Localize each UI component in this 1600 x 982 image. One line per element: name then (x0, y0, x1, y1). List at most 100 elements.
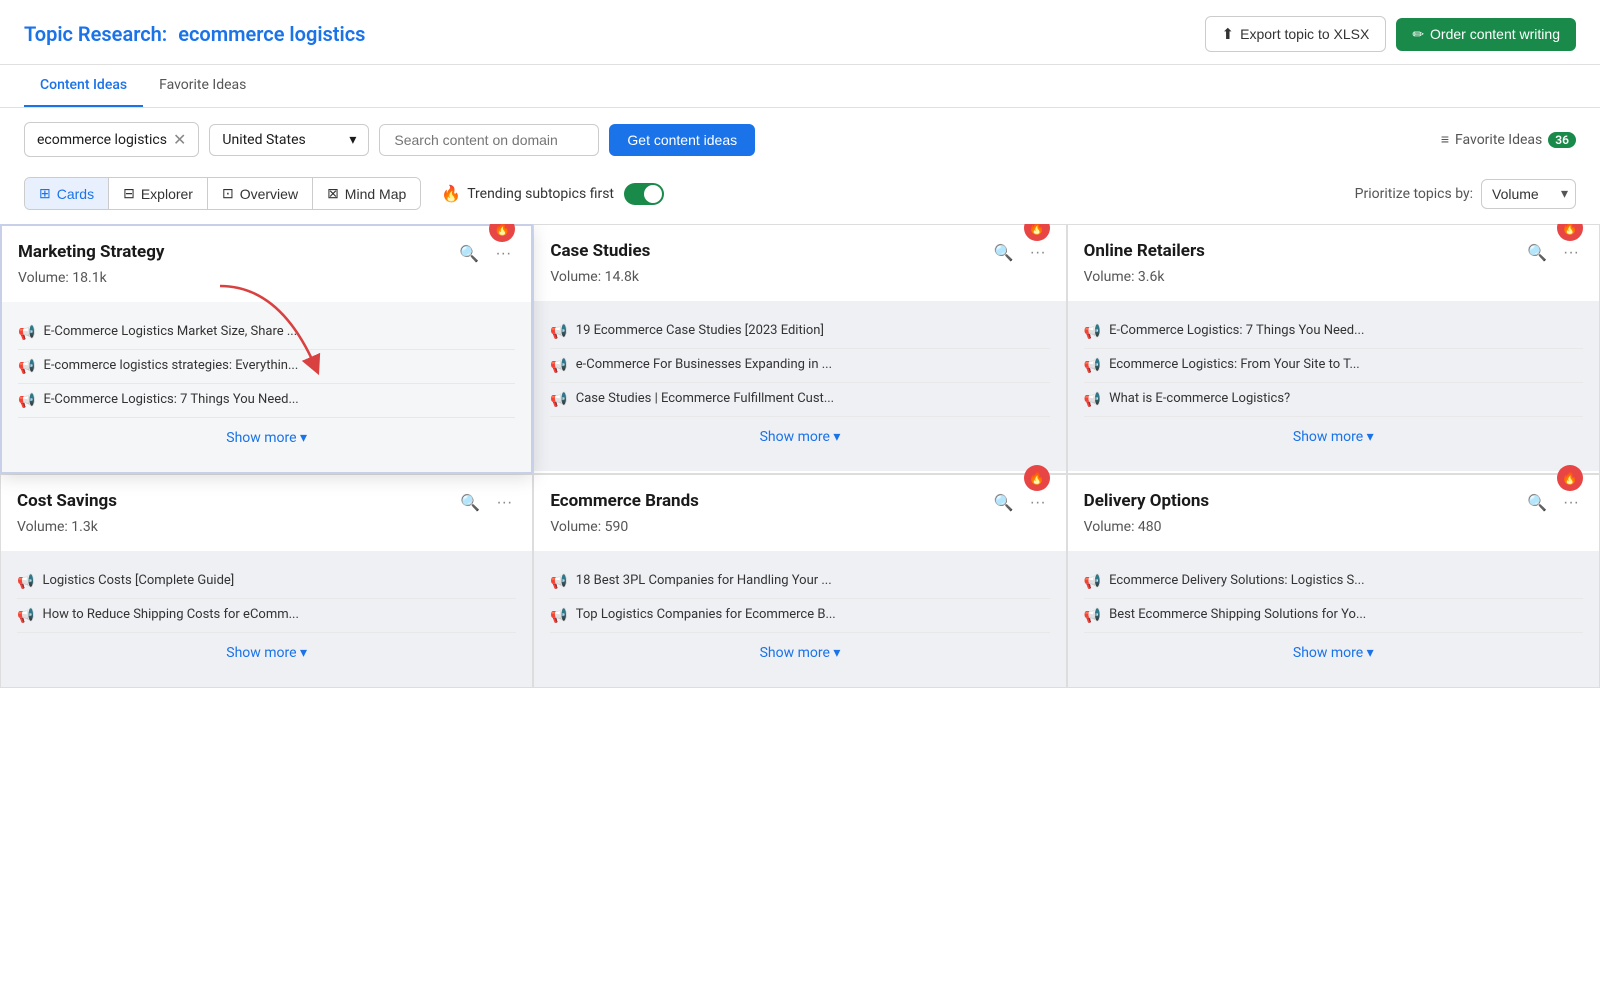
tab-favorite-ideas[interactable]: Favorite Ideas (143, 65, 262, 107)
prioritize-label: Prioritize topics by: (1355, 186, 1473, 202)
view-overview-button[interactable]: ⊡ Overview (208, 178, 313, 209)
prioritize-select[interactable]: Volume Trending Difficulty (1481, 179, 1576, 209)
list-item: 📢 E-Commerce Logistics Market Size, Shar… (18, 316, 515, 350)
card-cost-savings: Cost Savings 🔍 ··· Volume: 1.3k 📢 Logist… (0, 474, 533, 688)
view-toolbar: ⊞ Cards ⊟ Explorer ⊡ Overview ⊠ Mind Map… (0, 171, 1600, 224)
country-dropdown[interactable]: United States ▾ (209, 124, 369, 156)
show-more-marketing[interactable]: Show more ▾ (18, 418, 515, 458)
title-topic: ecommerce logistics (178, 22, 365, 46)
chevron-down-icon: ▾ (349, 132, 356, 148)
list-item: 📢 Top Logistics Companies for Ecommerce … (550, 599, 1049, 633)
card-actions-ecommerce-brands: 🔍 ··· (990, 491, 1050, 515)
more-card-delivery-options[interactable]: ··· (1559, 492, 1583, 514)
card-header-case-studies: Case Studies 🔍 ··· Volume: 14.8k (534, 225, 1065, 291)
trending-section: 🔥 Trending subtopics first (441, 183, 664, 205)
list-item: 📢 18 Best 3PL Companies for Handling You… (550, 565, 1049, 599)
list-item: 📢 Logistics Costs [Complete Guide] (17, 565, 516, 599)
list-item: 📢 E-Commerce Logistics: 7 Things You Nee… (1084, 315, 1583, 349)
prioritize-wrapper: Volume Trending Difficulty (1481, 179, 1576, 209)
header-actions: ⬆ Export topic to XLSX ✏ Order content w… (1205, 16, 1576, 52)
card-volume-delivery-options: Volume: 480 (1084, 519, 1583, 535)
card-header-delivery-options: Delivery Options 🔍 ··· Volume: 480 (1068, 475, 1599, 541)
search-card-marketing[interactable]: 🔍 (455, 242, 483, 266)
domain-search-input[interactable] (379, 124, 599, 156)
favorite-count-badge: 36 (1548, 132, 1576, 148)
view-explorer-button[interactable]: ⊟ Explorer (109, 178, 208, 209)
show-more-delivery-options[interactable]: Show more ▾ (1084, 633, 1583, 673)
card-title-marketing: Marketing Strategy (18, 242, 447, 262)
remove-search-term-button[interactable]: ✕ (173, 130, 186, 149)
list-item: 📢 e-Commerce For Businesses Expanding in… (550, 349, 1049, 383)
list-item: 📢 What is E-commerce Logistics? (1084, 383, 1583, 417)
show-more-online-retailers[interactable]: Show more ▾ (1084, 417, 1583, 457)
export-button[interactable]: ⬆ Export topic to XLSX (1205, 16, 1387, 52)
list-item: 📢 Best Ecommerce Shipping Solutions for … (1084, 599, 1583, 633)
list-item: 📢 E-Commerce Logistics: 7 Things You Nee… (18, 384, 515, 418)
title-prefix: Topic Research: (24, 22, 167, 46)
megaphone-icon: 📢 (17, 574, 34, 590)
card-delivery-options: 🔥 Delivery Options 🔍 ··· Volume: 480 📢 E… (1067, 474, 1600, 688)
card-header-online-retailers: Online Retailers 🔍 ··· Volume: 3.6k (1068, 225, 1599, 291)
item-text: How to Reduce Shipping Costs for eComm..… (42, 607, 298, 622)
search-card-cost-savings[interactable]: 🔍 (456, 491, 484, 515)
search-card-online-retailers[interactable]: 🔍 (1523, 241, 1551, 265)
list-item: 📢 Ecommerce Delivery Solutions: Logistic… (1084, 565, 1583, 599)
card-title-ecommerce-brands: Ecommerce Brands (550, 491, 981, 511)
show-more-cost-savings[interactable]: Show more ▾ (17, 633, 516, 673)
prioritize-section: Prioritize topics by: Volume Trending Di… (1355, 179, 1576, 209)
view-buttons: ⊞ Cards ⊟ Explorer ⊡ Overview ⊠ Mind Map (24, 177, 421, 210)
card-volume-case-studies: Volume: 14.8k (550, 269, 1049, 285)
card-body-ecommerce-brands: 📢 18 Best 3PL Companies for Handling You… (534, 551, 1065, 687)
card-actions-marketing: 🔍 ··· (455, 242, 515, 266)
card-header-marketing: Marketing Strategy 🔍 ··· Volume: 18.1k (2, 226, 531, 292)
more-card-cost-savings[interactable]: ··· (492, 492, 516, 514)
more-card-marketing[interactable]: ··· (491, 243, 515, 265)
mindmap-view-icon: ⊠ (327, 185, 339, 202)
megaphone-icon: 📢 (550, 574, 567, 590)
item-text: E-Commerce Logistics: 7 Things You Need.… (43, 392, 298, 407)
search-card-delivery-options[interactable]: 🔍 (1523, 491, 1551, 515)
hot-badge-delivery-options: 🔥 (1557, 465, 1583, 491)
view-mindmap-button[interactable]: ⊠ Mind Map (313, 178, 420, 209)
more-card-online-retailers[interactable]: ··· (1559, 242, 1583, 264)
card-title-case-studies: Case Studies (550, 241, 981, 261)
list-icon: ≡ (1441, 131, 1449, 148)
card-case-studies: 🔥 Case Studies 🔍 ··· Volume: 14.8k 📢 19 … (533, 224, 1066, 474)
main-tabs: Content Ideas Favorite Ideas (0, 65, 1600, 108)
more-card-case-studies[interactable]: ··· (1026, 242, 1050, 264)
card-header-ecommerce-brands: Ecommerce Brands 🔍 ··· Volume: 590 (534, 475, 1065, 541)
order-writing-button[interactable]: ✏ Order content writing (1396, 18, 1576, 51)
list-item: 📢 How to Reduce Shipping Costs for eComm… (17, 599, 516, 633)
favorite-ideas-link[interactable]: ≡ Favorite Ideas 36 (1441, 131, 1576, 148)
card-volume-ecommerce-brands: Volume: 590 (550, 519, 1049, 535)
item-text: E-Commerce Logistics Market Size, Share … (43, 324, 297, 339)
card-title-delivery-options: Delivery Options (1084, 491, 1515, 511)
list-item: 📢 Ecommerce Logistics: From Your Site to… (1084, 349, 1583, 383)
item-text: E-commerce logistics strategies: Everyth… (43, 358, 298, 373)
edit-icon: ✏ (1412, 26, 1424, 43)
get-ideas-button[interactable]: Get content ideas (609, 124, 755, 156)
card-body-case-studies: 📢 19 Ecommerce Case Studies [2023 Editio… (534, 301, 1065, 471)
search-card-ecommerce-brands[interactable]: 🔍 (990, 491, 1018, 515)
more-card-ecommerce-brands[interactable]: ··· (1026, 492, 1050, 514)
card-actions-online-retailers: 🔍 ··· (1523, 241, 1583, 265)
show-more-ecommerce-brands[interactable]: Show more ▾ (550, 633, 1049, 673)
card-online-retailers: 🔥 Online Retailers 🔍 ··· Volume: 3.6k 📢 … (1067, 224, 1600, 474)
card-body-cost-savings: 📢 Logistics Costs [Complete Guide] 📢 How… (1, 551, 532, 687)
page-header: Topic Research: ecommerce logistics ⬆ Ex… (0, 0, 1600, 65)
overview-view-icon: ⊡ (222, 185, 234, 202)
cards-wrapper: 🔥 Marketing Strategy 🔍 ··· Volume: 18.1k… (0, 224, 1600, 688)
show-more-case-studies[interactable]: Show more ▾ (550, 417, 1049, 457)
view-cards-button[interactable]: ⊞ Cards (25, 178, 109, 209)
trending-toggle[interactable] (624, 183, 664, 205)
tab-content-ideas[interactable]: Content Ideas (24, 65, 143, 107)
megaphone-icon: 📢 (550, 324, 567, 340)
megaphone-icon: 📢 (550, 358, 567, 374)
card-body-online-retailers: 📢 E-Commerce Logistics: 7 Things You Nee… (1068, 301, 1599, 471)
toggle-knob (644, 185, 662, 203)
megaphone-icon: 📢 (18, 325, 35, 341)
cards-view-icon: ⊞ (39, 185, 51, 202)
item-text: E-Commerce Logistics: 7 Things You Need.… (1109, 323, 1364, 338)
search-card-case-studies[interactable]: 🔍 (990, 241, 1018, 265)
megaphone-icon: 📢 (17, 608, 34, 624)
